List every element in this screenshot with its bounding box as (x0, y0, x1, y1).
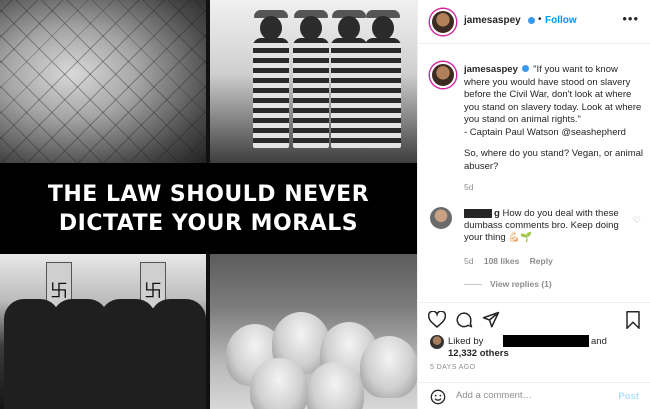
comment-likes[interactable]: 108 likes (484, 256, 519, 266)
add-comment-input[interactable] (456, 390, 606, 401)
photo-chain-gang-prisoners (210, 0, 417, 163)
caption-mention[interactable]: @seashepherd (561, 127, 626, 138)
photo-caged-dogs (0, 0, 206, 163)
post-time-ago[interactable]: 5 DAYS AGO (430, 364, 476, 371)
comment-like-heart-icon[interactable]: ♡ (633, 215, 641, 226)
caption-timestamp[interactable]: 5d (464, 182, 473, 192)
redacted-commenter-name (464, 209, 492, 218)
comment-age[interactable]: 5d (464, 256, 473, 266)
caption-question: So, where do you stand? Vegan, or animal… (464, 148, 644, 172)
header-separator: • (538, 14, 542, 25)
likes-and-label: and (591, 336, 607, 347)
caption-author-avatar[interactable] (430, 62, 456, 88)
add-comment-bar: Post (418, 382, 650, 409)
caption-username[interactable]: jamesaspey (464, 64, 518, 75)
commenter-avatar[interactable] (430, 207, 452, 229)
post-action-bar (418, 302, 650, 332)
banner-line-1: THE LAW SHOULD NEVER (47, 181, 370, 207)
author-username[interactable]: jamesaspey (464, 15, 521, 26)
post-details-panel: jamesaspey • Follow ••• jamesaspey "If y… (417, 0, 650, 409)
banner-line-2: DICTATE YOUR MORALS (58, 210, 359, 236)
author-avatar[interactable] (430, 9, 456, 35)
more-options-icon[interactable]: ••• (622, 11, 639, 26)
liker-avatar[interactable] (430, 335, 444, 349)
post-header: jamesaspey • Follow ••• (418, 0, 650, 44)
redacted-liker-name (503, 335, 589, 347)
caption-verified-icon (521, 65, 529, 72)
comment-bubble-icon[interactable] (455, 311, 473, 332)
likes-others-count[interactable]: 12,332 others (448, 348, 509, 359)
verified-badge-icon (528, 17, 535, 24)
save-bookmark-icon[interactable] (625, 311, 641, 332)
liked-by-label: Liked by (448, 336, 484, 347)
like-heart-icon[interactable] (427, 310, 447, 331)
comment-reply-button[interactable]: Reply (530, 256, 553, 266)
post-comment-button[interactable]: Post (618, 391, 639, 402)
caption-attribution: - Captain Paul Watson (464, 126, 559, 138)
caption-text: jamesaspey "If you want to know where yo… (464, 64, 644, 140)
comment-meta: 5d 108 likes Reply (464, 256, 561, 266)
share-send-icon[interactable] (482, 311, 500, 332)
post-image[interactable]: THE LAW SHOULD NEVER DICTATE YOUR MORALS… (0, 0, 417, 409)
follow-button[interactable]: Follow (545, 15, 577, 26)
post-banner: THE LAW SHOULD NEVER DICTATE YOUR MORALS (0, 163, 417, 254)
photo-officers: 卐 卐 (0, 254, 206, 409)
photo-pig-heads (210, 254, 417, 409)
view-replies-button[interactable]: View replies (1) (464, 279, 552, 289)
commenter-username-suffix[interactable]: g (494, 208, 500, 219)
emoji-smiley-icon[interactable] (430, 389, 446, 408)
